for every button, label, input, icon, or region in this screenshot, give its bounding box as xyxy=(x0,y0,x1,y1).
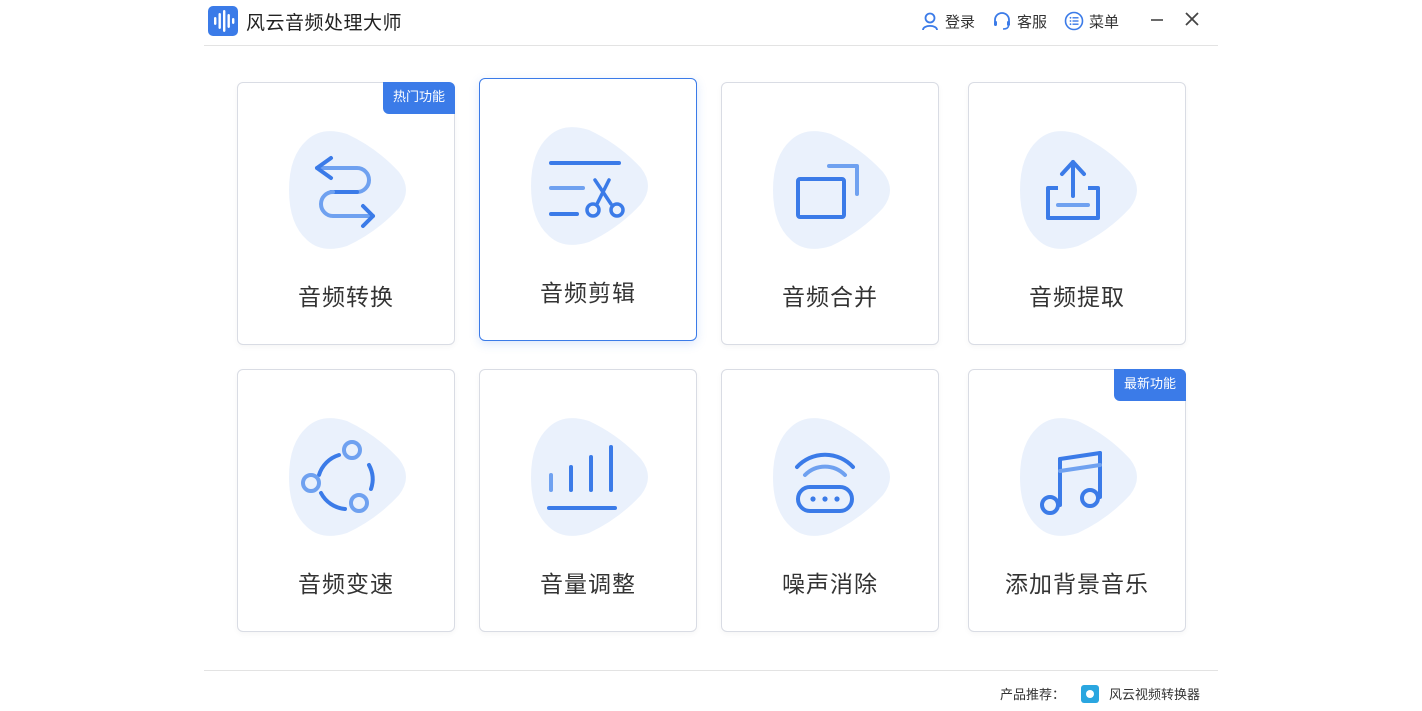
minimize-icon xyxy=(1151,19,1163,21)
support-label: 客服 xyxy=(1017,12,1048,31)
title-bar: 风云音频处理大师 登录 客服 菜单 xyxy=(204,0,1218,46)
noise-removal-icon xyxy=(773,418,890,536)
login-button[interactable]: 登录 xyxy=(920,10,975,32)
card-audio-speed[interactable]: 音频变速 xyxy=(237,369,455,632)
video-converter-icon xyxy=(1080,684,1099,703)
volume-bars-icon xyxy=(531,418,648,536)
headset-icon xyxy=(994,12,1010,30)
speed-icon xyxy=(289,418,406,536)
support-button[interactable]: 客服 xyxy=(992,10,1047,32)
hot-feature-badge: 热门功能 xyxy=(382,82,455,114)
export-icon xyxy=(1020,131,1137,249)
card-volume-adjust[interactable]: 音量调整 xyxy=(479,369,697,632)
card-audio-edit[interactable]: 音频剪辑 xyxy=(479,78,697,341)
card-add-bgm[interactable]: 添加背景音乐 最新功能 xyxy=(968,369,1186,632)
app-logo-icon xyxy=(208,6,238,36)
minimize-button[interactable] xyxy=(1146,8,1168,30)
footer-divider xyxy=(204,670,1218,671)
card-audio-merge[interactable]: 音频合并 xyxy=(721,82,939,345)
menu-label: 菜单 xyxy=(1089,12,1120,31)
scissors-icon xyxy=(531,127,648,245)
card-label: 音频剪辑 xyxy=(540,281,636,307)
music-note-icon xyxy=(1020,418,1137,536)
card-label: 音频合并 xyxy=(782,285,878,311)
menu-list-icon xyxy=(1064,11,1084,31)
card-label: 添加背景音乐 xyxy=(1005,572,1149,598)
login-label: 登录 xyxy=(945,12,976,31)
card-noise-removal[interactable]: 噪声消除 xyxy=(721,369,939,632)
recommend-label: 产品推荐： xyxy=(999,688,1065,703)
card-label: 音频转换 xyxy=(298,285,394,311)
menu-button[interactable]: 菜单 xyxy=(1064,10,1119,32)
card-label: 音量调整 xyxy=(540,572,636,598)
close-icon xyxy=(1185,12,1199,26)
card-label: 音频提取 xyxy=(1029,285,1125,311)
card-label: 噪声消除 xyxy=(782,572,878,598)
new-feature-badge: 最新功能 xyxy=(1113,369,1186,401)
user-icon xyxy=(922,12,938,31)
app-title: 风云音频处理大师 xyxy=(246,12,403,34)
close-button[interactable] xyxy=(1181,8,1203,30)
convert-icon xyxy=(289,131,406,249)
card-audio-convert[interactable]: 音频转换 热门功能 xyxy=(237,82,455,345)
recommended-product-link[interactable]: 风云视频转换器 xyxy=(1109,684,1200,703)
card-label: 音频变速 xyxy=(298,572,394,598)
card-audio-extract[interactable]: 音频提取 xyxy=(968,82,1186,345)
footer: 产品推荐： 风云视频转换器 xyxy=(1000,684,1200,703)
merge-icon xyxy=(773,131,890,249)
